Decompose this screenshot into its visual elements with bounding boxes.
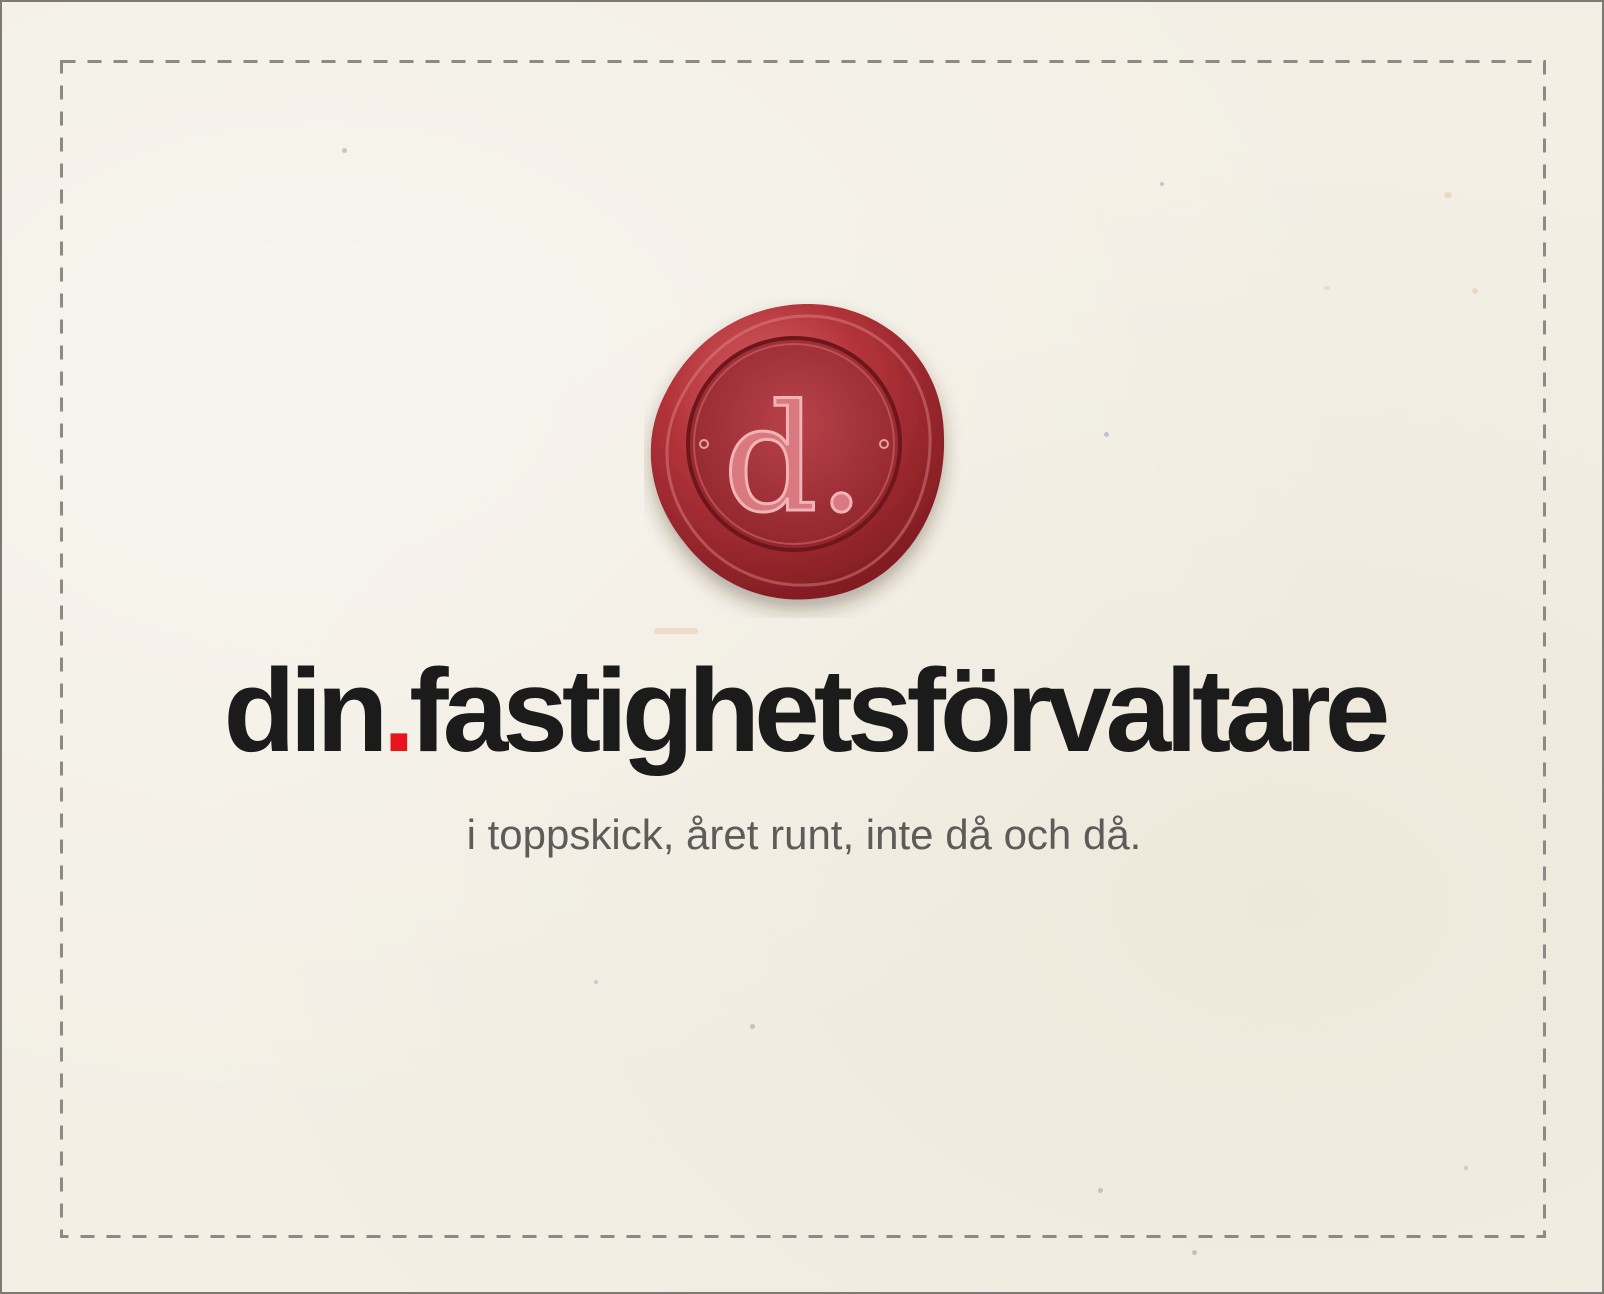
brand-name-part2: fastighetsförvaltare <box>409 645 1390 777</box>
ad-card: d. din.fastighetsförvaltare i toppskick,… <box>0 0 1604 1294</box>
brand-name-part1: din <box>223 645 389 777</box>
tagline: i toppskick, året runt, inte då och då. <box>466 811 1142 858</box>
wax-seal-logo: d. <box>644 298 964 618</box>
paper-speck <box>1192 1250 1197 1255</box>
seal-letter: d. <box>723 373 865 545</box>
brand-wordmark: din.fastighetsförvaltare <box>2 652 1602 770</box>
brand-name-dot: . <box>382 645 416 777</box>
